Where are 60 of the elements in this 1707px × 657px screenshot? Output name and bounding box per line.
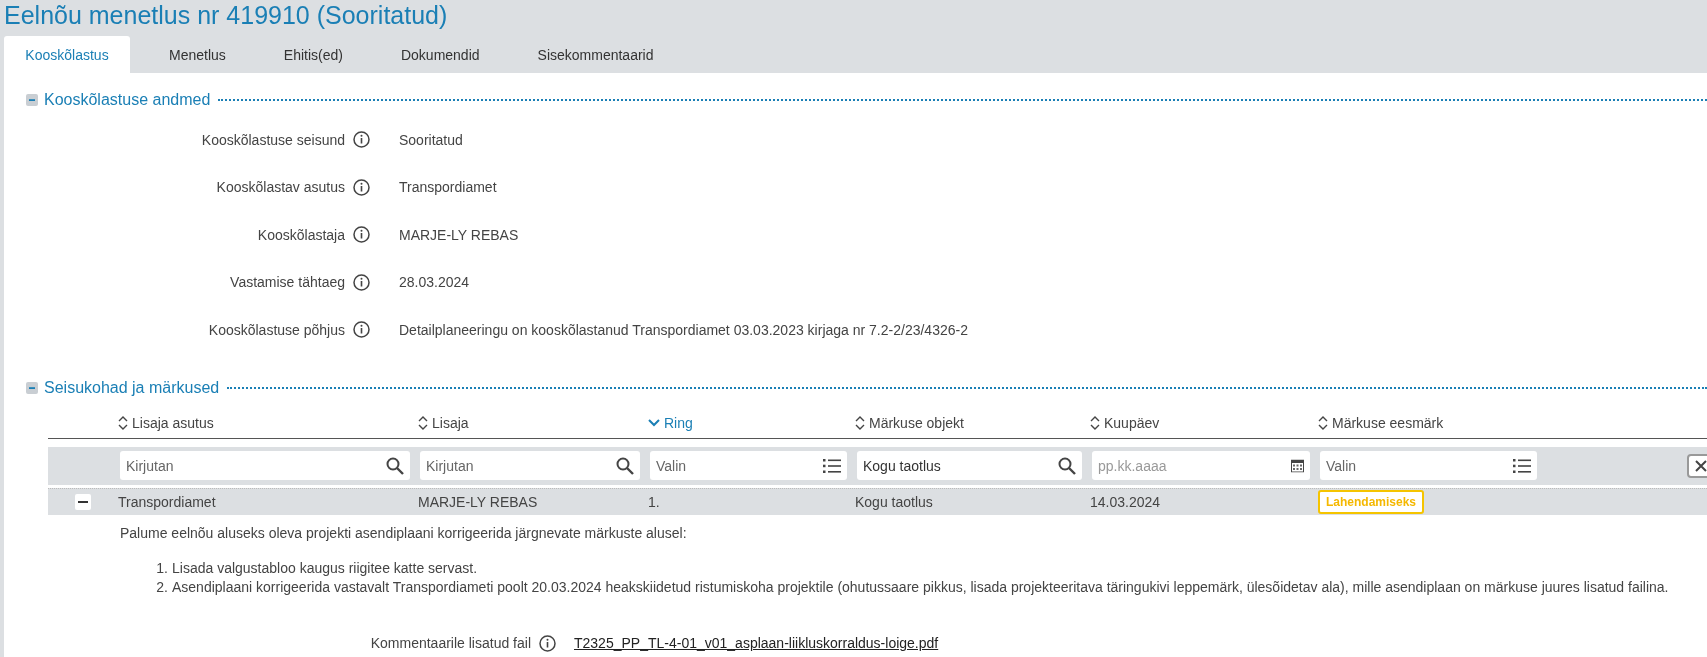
field-label: Kooskõlastuse põhjus <box>207 321 345 338</box>
tab[interactable]: Dokumendid <box>373 36 507 73</box>
filter-field[interactable]: Kirjutan <box>120 451 410 480</box>
info-icon[interactable] <box>353 273 370 291</box>
table-cell-text: Kogu taotlus <box>855 493 934 510</box>
column-header[interactable]: Lisaja <box>418 414 469 431</box>
info-icon[interactable] <box>539 634 556 652</box>
info-icon[interactable] <box>353 226 370 244</box>
filter-field[interactable]: pp.kk.aaaa <box>1092 451 1310 480</box>
field-value: Detailplaneeringu on kooskõlastanud Transpordiamet 03.03.2023 kirjaga nr 7.2-2/23/4326-2 <box>399 321 968 338</box>
search-icon[interactable] <box>616 456 634 475</box>
filter-field[interactable]: Kirjutan <box>420 451 640 480</box>
info-icon[interactable] <box>353 321 370 339</box>
comment-list-item: Lisada valgustabloo kaugus riigitee katte servast. <box>172 558 478 578</box>
filter-field[interactable]: Kogu taotlus <box>857 451 1082 480</box>
field-label: Kooskõlastuse seisund <box>200 131 345 148</box>
section-title: Kooskõlastuse andmed <box>44 91 211 109</box>
list-number: 1. <box>155 558 168 578</box>
calendar-icon[interactable] <box>1291 459 1304 472</box>
tab[interactable]: Ehitis(ed) <box>256 36 370 73</box>
table-cell-text: Transpordiamet <box>118 493 217 510</box>
list-number: 2. <box>155 577 168 597</box>
table-cell-text: 14.03.2024 <box>1090 493 1162 510</box>
table-row[interactable]: Transpordiamet MARJE-LY REBAS 1. Kogu taotlus 14.03.2024 Lahendamiseks <box>48 487 1707 515</box>
tab[interactable]: Sisekommentaarid <box>510 36 681 73</box>
field-label: Kooskõlastaja <box>256 226 345 243</box>
column-header[interactable]: Lisaja asutus <box>118 414 214 431</box>
file-link[interactable]: T2325_PP_TL-4-01_v01_asplaan-liikluskorraldus-loige.pdf <box>574 635 939 651</box>
field-value: Transpordiamet <box>399 179 497 196</box>
page-title: Eelnõu menetlus nr 419910 (Sooritatud) <box>3 0 449 31</box>
column-header[interactable]: Kuupäev <box>1090 414 1160 431</box>
search-icon[interactable] <box>386 456 404 475</box>
column-header[interactable]: Märkuse objekt <box>855 414 964 431</box>
search-icon[interactable] <box>1058 456 1076 475</box>
table-cell-text: 1. <box>648 493 661 510</box>
section-title: Seisukohad ja märkused <box>44 378 220 397</box>
field-value: MARJE-LY REBAS <box>399 226 519 243</box>
tab[interactable]: Menetlus <box>142 36 253 73</box>
filter-field[interactable]: Valin <box>1320 451 1537 480</box>
list-icon[interactable] <box>823 458 841 473</box>
info-icon[interactable] <box>353 131 370 149</box>
comment-list-item: Asendiplaani korrigeerida vastavalt Transpordiameti poolt 20.03.2024 heakskiidetud ristumiskoha projektile (ohutussaare pikkus, lisada projekteeritava täringukivi leppemärk, ülesõidetav ala), mille asendiplaan on märkuse juures lisatud failina. <box>172 577 1669 597</box>
collapse-row-button[interactable] <box>75 493 91 510</box>
info-icon[interactable] <box>353 178 370 196</box>
comment-text: Palume eelnõu aluseks oleva projekti asendiplaani korrigeerida järgnevate märkuste alusel: <box>120 524 688 541</box>
column-header[interactable]: Märkuse eesmärk <box>1318 414 1444 431</box>
field-label: Kooskõlastav asutus <box>215 179 345 196</box>
collapse-icon[interactable] <box>26 94 38 106</box>
collapse-icon[interactable] <box>26 381 38 394</box>
field-label: Vastamise tähtaeg <box>229 274 345 291</box>
field-label: Kommentaarile lisatud fail <box>369 635 531 651</box>
field-value: 28.03.2024 <box>399 274 470 291</box>
table-cell-text: MARJE-LY REBAS <box>418 493 539 510</box>
column-header[interactable]: Ring <box>648 414 693 431</box>
filter-field[interactable]: Valin <box>650 451 847 480</box>
tab[interactable]: Kooskõlastus <box>4 36 130 73</box>
status-badge: Lahendamiseks <box>1318 489 1425 514</box>
close-icon <box>1695 459 1707 472</box>
list-icon[interactable] <box>1513 458 1531 473</box>
field-value: Sooritatud <box>399 131 463 148</box>
